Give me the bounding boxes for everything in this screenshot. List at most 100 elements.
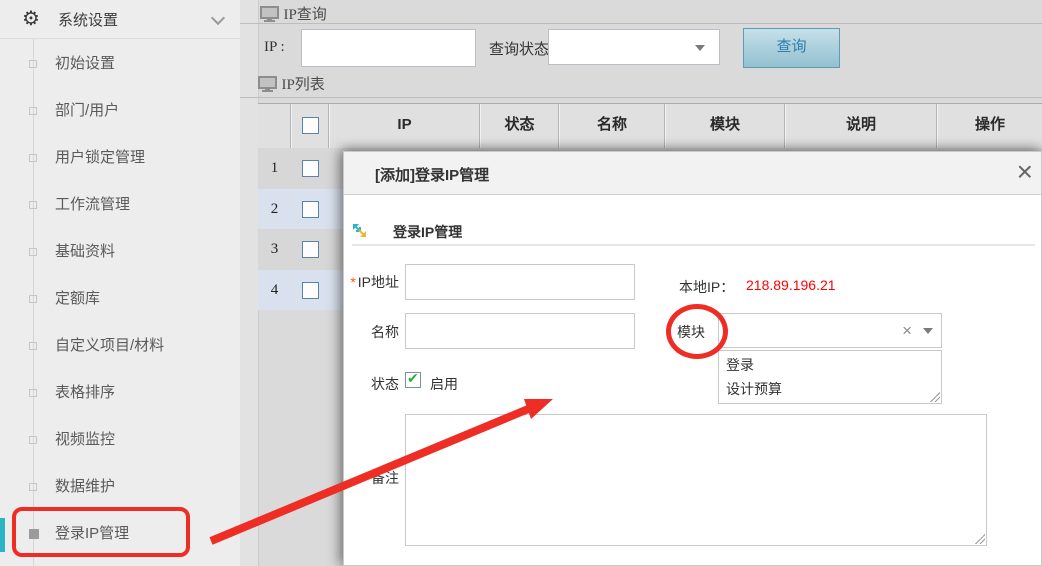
sidebar-item-label: 定额库: [55, 275, 100, 322]
select-all-checkbox[interactable]: [302, 117, 319, 134]
add-login-ip-dialog: [添加]登录IP管理 × 登录IP管理 *IP地址 本地IP： 218.89.1…: [343, 151, 1042, 566]
name-label: 名称: [329, 322, 399, 342]
rownum-header-cell: [258, 104, 291, 148]
sidebar: ⚙ 系统设置 初始设置 部门/用户 用户锁定管理 工作流管理 基础资料 定额库 …: [0, 0, 241, 566]
status-label: 状态: [329, 374, 399, 394]
module-label: 模块: [647, 322, 705, 342]
sidebar-item-table-sort[interactable]: 表格排序: [0, 369, 239, 416]
chevron-down-icon: [923, 328, 933, 334]
list-panel-title: IP列表: [281, 77, 324, 93]
chevron-down-icon: [695, 45, 705, 51]
ip-query-input[interactable]: [301, 29, 476, 67]
row-checkbox[interactable]: [302, 201, 319, 218]
table-header: IP 状态 名称 模块 说明 操作: [258, 103, 1042, 149]
tree-node-icon: [29, 60, 37, 68]
remark-textarea[interactable]: [405, 414, 987, 546]
local-ip-label: 本地IP：: [679, 277, 734, 297]
sidebar-item-label: 自定义项目/材料: [55, 322, 164, 369]
sidebar-item-custom-project-material[interactable]: 自定义项目/材料: [0, 322, 239, 369]
row-number: 1: [258, 148, 291, 189]
selected-item-accent-bar: [0, 518, 5, 552]
check-icon: ✔: [407, 370, 419, 387]
sidebar-item-workflow[interactable]: 工作流管理: [0, 181, 239, 228]
sidebar-item-label: 表格排序: [55, 369, 115, 416]
module-option-login[interactable]: 登录: [726, 355, 754, 375]
section-divider: [352, 244, 1035, 246]
tree-node-icon: [29, 107, 37, 115]
row-checkbox[interactable]: [302, 241, 319, 258]
tree-node-icon: [29, 248, 37, 256]
sidebar-item-initial-settings[interactable]: 初始设置: [0, 40, 239, 87]
divider: [240, 97, 1042, 98]
row-number: 2: [258, 189, 291, 230]
name-input[interactable]: [405, 313, 635, 349]
resize-grip[interactable]: [975, 534, 985, 544]
tree-node-icon: [29, 342, 37, 350]
sidebar-item-label: 工作流管理: [55, 181, 130, 228]
sidebar-item-label: 数据维护: [55, 463, 115, 510]
app-window: ⚙ 系统设置 初始设置 部门/用户 用户锁定管理 工作流管理 基础资料 定额库 …: [0, 0, 1042, 566]
select-all-cell: [291, 104, 329, 148]
local-ip-value: 218.89.196.21: [746, 277, 836, 293]
tree-node-icon: [29, 201, 37, 209]
close-icon[interactable]: ×: [1017, 155, 1033, 189]
monitor-icon: [260, 6, 279, 22]
sidebar-item-login-ip[interactable]: 登录IP管理: [0, 510, 239, 557]
col-header-action: 操作: [937, 104, 1042, 148]
sidebar-group-label: 系统设置: [58, 9, 118, 30]
sidebar-item-label: 用户锁定管理: [55, 134, 145, 181]
sidebar-item-quota-library[interactable]: 定额库: [0, 275, 239, 322]
enable-checkbox-label: 启用: [430, 374, 458, 394]
row-checkbox[interactable]: [302, 160, 319, 177]
tree-node-icon: [29, 389, 37, 397]
section-arrows-icon: [352, 223, 367, 238]
module-dropdown-list: 登录 设计预算: [718, 350, 942, 404]
row-number: 4: [258, 270, 291, 311]
gear-icon: ⚙: [22, 6, 40, 31]
col-header-ip: IP: [329, 104, 480, 148]
sidebar-item-label: 视频监控: [55, 416, 115, 463]
sidebar-group-system-settings[interactable]: ⚙ 系统设置: [0, 0, 240, 39]
sidebar-item-label: 基础资料: [55, 228, 115, 275]
col-header-module: 模块: [665, 104, 785, 148]
ip-address-label: *IP地址: [334, 272, 399, 292]
tree-node-icon: [29, 529, 39, 539]
sidebar-item-data-maintenance[interactable]: 数据维护: [0, 463, 239, 510]
sidebar-item-basic-data[interactable]: 基础资料: [0, 228, 239, 275]
row-checkbox[interactable]: [302, 282, 319, 299]
query-panel-title: IP查询: [283, 7, 326, 23]
clear-icon[interactable]: ×: [902, 321, 912, 341]
query-status-label: 查询状态: [489, 38, 549, 59]
sidebar-item-label: 部门/用户: [55, 87, 119, 134]
tree-node-icon: [29, 436, 37, 444]
ip-query-label: IP :: [264, 39, 285, 56]
col-header-status: 状态: [480, 104, 559, 148]
ip-address-input[interactable]: [405, 264, 635, 300]
section-title: 登录IP管理: [393, 222, 462, 242]
tree-node-icon: [29, 154, 37, 162]
tree-node-icon: [29, 295, 37, 303]
module-option-budget[interactable]: 设计预算: [726, 379, 782, 399]
module-select[interactable]: ×: [718, 313, 942, 348]
enable-checkbox[interactable]: ✔: [405, 372, 421, 388]
content-gutter: [240, 0, 259, 566]
divider: [240, 23, 1042, 24]
resize-grip[interactable]: [930, 392, 940, 402]
sidebar-item-video-monitor[interactable]: 视频监控: [0, 416, 239, 463]
search-button[interactable]: 查询: [743, 28, 840, 68]
dialog-title: [添加]登录IP管理: [375, 164, 489, 185]
sidebar-item-label: 登录IP管理: [55, 510, 129, 557]
sidebar-item-dept-users[interactable]: 部门/用户: [0, 87, 239, 134]
sidebar-item-user-lock[interactable]: 用户锁定管理: [0, 134, 239, 181]
col-header-desc: 说明: [785, 104, 937, 148]
required-mark: *: [350, 274, 355, 290]
sidebar-item-label: 初始设置: [55, 40, 115, 87]
remark-label: 备注: [329, 468, 399, 488]
tree-node-icon: [29, 483, 37, 491]
chevron-down-icon: [211, 11, 225, 25]
monitor-icon: [258, 76, 277, 92]
row-number: 3: [258, 229, 291, 270]
query-status-select[interactable]: [548, 29, 720, 65]
dialog-header: [添加]登录IP管理 ×: [344, 152, 1041, 195]
col-header-name: 名称: [559, 104, 665, 148]
